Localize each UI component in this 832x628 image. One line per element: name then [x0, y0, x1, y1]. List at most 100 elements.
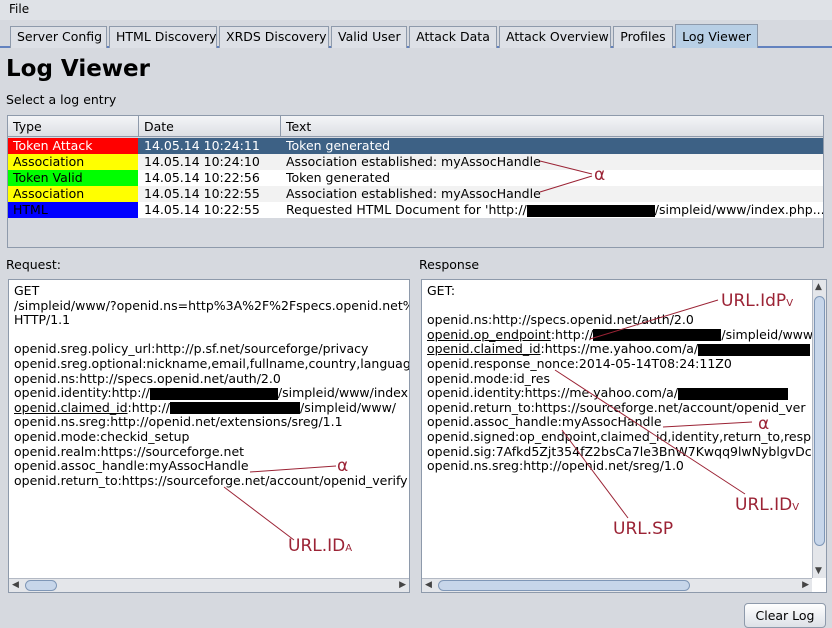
url-idv-annotation: URL.IDV [735, 495, 799, 515]
response-line-text: openid.identity:https://me.yahoo.com/a/ [427, 385, 679, 401]
request-line-text: openid.sreg.optional:nickname,email,full… [14, 355, 410, 371]
request-line-text: /simpleid/www/?openid.ns=http%3A%2F%2Fsp… [14, 297, 410, 313]
redaction-bar [170, 402, 301, 415]
response-line-text: openid.ns:http://specs.openid.net/auth/2… [427, 312, 694, 328]
column-header-date[interactable]: Date [139, 116, 281, 137]
tab-attack-overview[interactable]: Attack Overview [499, 26, 611, 48]
underlined-key: openid.op_endpoint [427, 326, 551, 342]
request-line-text: openid.identity:http:// [14, 385, 150, 401]
response-line: openid.op_endpoint:http:// /simpleid/www [427, 326, 820, 343]
redaction-bar [593, 329, 722, 342]
response-line-text: openid.response_nonce:2014-05-14T08:24:1… [427, 355, 732, 371]
response-horizontal-scrollbar[interactable]: ◀ ▶ [422, 578, 812, 592]
request-line-text: openid.assoc_handle:myAssocHandle [14, 458, 249, 474]
redaction-bar [149, 387, 278, 400]
log-table: Type Date Text Token Attack 14.05.14 10:… [7, 115, 824, 248]
scroll-left-icon[interactable]: ◀ [425, 579, 432, 591]
scroll-up-icon[interactable]: ▲ [815, 281, 822, 293]
request-line: openid.sreg.policy_url:http://p.sf.net/s… [14, 342, 409, 357]
underlined-key: openid.claimed_id [14, 399, 128, 415]
response-line-text: openid.ns.sreg:http://openid.net/sreg/1.… [427, 458, 684, 474]
response-line: openid.claimed_id:https://me.yahoo.com/a… [427, 342, 820, 357]
tab-xrds-discovery[interactable]: XRDS Discovery [219, 26, 329, 48]
menu-bar: File [0, 0, 832, 20]
scrollbar-thumb[interactable] [25, 580, 57, 591]
response-line: openid.ns.sreg:http://openid.net/sreg/1.… [427, 458, 820, 474]
url-ida-annotation: URL.IDA [288, 536, 352, 556]
response-text-area[interactable]: GET: openid.ns:http://specs.openid.net/au… [421, 279, 827, 593]
text-cell: Token generated [286, 170, 391, 185]
clear-log-button[interactable]: Clear Log [744, 603, 826, 628]
request-line-text: openid.claimed_id:http:// [14, 400, 170, 415]
request-line-text: /simpleid/www/ [300, 399, 397, 415]
text-cell: Association established: myAssocHandle [286, 186, 541, 201]
scrollbar-thumb[interactable] [438, 580, 690, 591]
tab-attack-data[interactable]: Attack Data [409, 26, 497, 48]
menu-file[interactable]: File [9, 2, 29, 16]
response-line-text: GET: [427, 283, 456, 298]
request-line-text: openid.ns:http://specs.openid.net/auth/2… [14, 370, 281, 386]
request-line: /simpleid/www/?openid.ns=http%3A%2F%2Fsp… [14, 297, 410, 314]
request-label: Request: [6, 257, 61, 272]
html-row-text-prefix: Requested HTML Document for 'http:// [286, 202, 527, 217]
request-line-text: openid.ns.sreg:http://openid.net/extensi… [14, 414, 343, 430]
request-line-text: openid.mode:checkid_setup [14, 428, 190, 444]
table-row[interactable]: Association 14.05.14 10:24:10 Associatio… [8, 154, 823, 170]
response-line-text: openid.op_endpoint:http:// [427, 327, 593, 342]
response-line: openid.ns:http://specs.openid.net/auth/2… [427, 312, 820, 328]
type-cell: Token Attack [8, 138, 138, 154]
response-vertical-scrollbar[interactable]: ▲ ▼ [812, 280, 826, 578]
underlined-key: openid.claimed_id [427, 341, 541, 357]
redaction-bar [698, 343, 811, 356]
tab-server-config[interactable]: Server Config [10, 26, 107, 48]
request-line-text: /simpleid/www/index.p [277, 385, 410, 401]
url-idp-subscript: V [786, 298, 794, 309]
tab-html-discovery[interactable]: HTML Discovery [109, 26, 217, 48]
alpha-annotation-request: α [337, 456, 349, 476]
tab-log-viewer[interactable]: Log Viewer [675, 24, 758, 48]
request-line: openid.ns:http://specs.openid.net/auth/2… [14, 370, 409, 387]
response-line-text: /simpleid/www [721, 326, 814, 342]
html-row-text-suffix: /simpleid/www/index.php... [654, 202, 823, 217]
table-row[interactable]: Token Valid 14.05.14 10:22:56 Token gene… [8, 170, 823, 186]
response-line-text: openid.claimed_id:https://me.yahoo.com/a… [427, 341, 698, 357]
scroll-left-icon[interactable]: ◀ [12, 579, 19, 591]
response-line: openid.sig:7Afkd5Zjt354fZ2bsCa7le3BnW7Kw… [427, 444, 820, 460]
request-horizontal-scrollbar[interactable]: ◀ ▶ [9, 578, 409, 592]
date-cell: 14.05.14 10:22:55 [144, 202, 260, 217]
redaction-bar [678, 387, 789, 400]
response-label: Response [419, 257, 480, 272]
scroll-right-icon[interactable]: ▶ [802, 579, 809, 591]
scrollbar-thumb[interactable] [814, 296, 825, 546]
request-line: openid.realm:https://sourceforge.net [14, 444, 409, 460]
type-cell: Association [8, 154, 138, 170]
date-cell: 14.05.14 10:24:11 [144, 138, 260, 153]
url-idv-text: URL.ID [735, 495, 793, 515]
column-header-type[interactable]: Type [8, 116, 139, 137]
request-content: GET/simpleid/www/?openid.ns=http%3A%2F%2… [14, 283, 410, 488]
date-cell: 14.05.14 10:24:10 [144, 154, 260, 169]
scroll-down-icon[interactable]: ▼ [815, 565, 822, 577]
request-line: openid.sreg.optional:nickname,email,full… [14, 355, 410, 372]
url-sp-annotation: URL.SP [613, 519, 674, 539]
text-cell: Requested HTML Document for 'http:// /sim… [286, 202, 823, 218]
alpha-annotation-response: α [758, 414, 770, 434]
response-line-text: openid.mode:id_res [427, 370, 550, 386]
request-line: openid.assoc_handle:myAssocHandle [14, 458, 409, 474]
table-header: Type Date Text [8, 116, 823, 137]
table-row[interactable]: HTML 14.05.14 10:22:55 Requested HTML Do… [8, 202, 823, 218]
tab-valid-user[interactable]: Valid User [331, 26, 407, 48]
response-line-text: openid.return_to:https://sourceforge.net… [427, 399, 806, 415]
response-line: openid.identity:https://me.yahoo.com/a/ [427, 385, 820, 401]
request-line: GET [14, 283, 409, 299]
response-content: GET: openid.ns:http://specs.openid.net/au… [427, 283, 820, 474]
scroll-right-icon[interactable]: ▶ [399, 579, 406, 591]
table-row[interactable]: Token Attack 14.05.14 10:24:11 Token gen… [8, 138, 823, 154]
type-cell: Token Valid [8, 170, 138, 186]
request-line [14, 328, 409, 343]
table-row[interactable]: Association 14.05.14 10:22:55 Associatio… [8, 186, 823, 202]
date-cell: 14.05.14 10:22:56 [144, 170, 260, 185]
tab-profiles[interactable]: Profiles [613, 26, 673, 48]
column-header-text[interactable]: Text [281, 116, 823, 137]
key-value: :http:// [127, 399, 171, 415]
